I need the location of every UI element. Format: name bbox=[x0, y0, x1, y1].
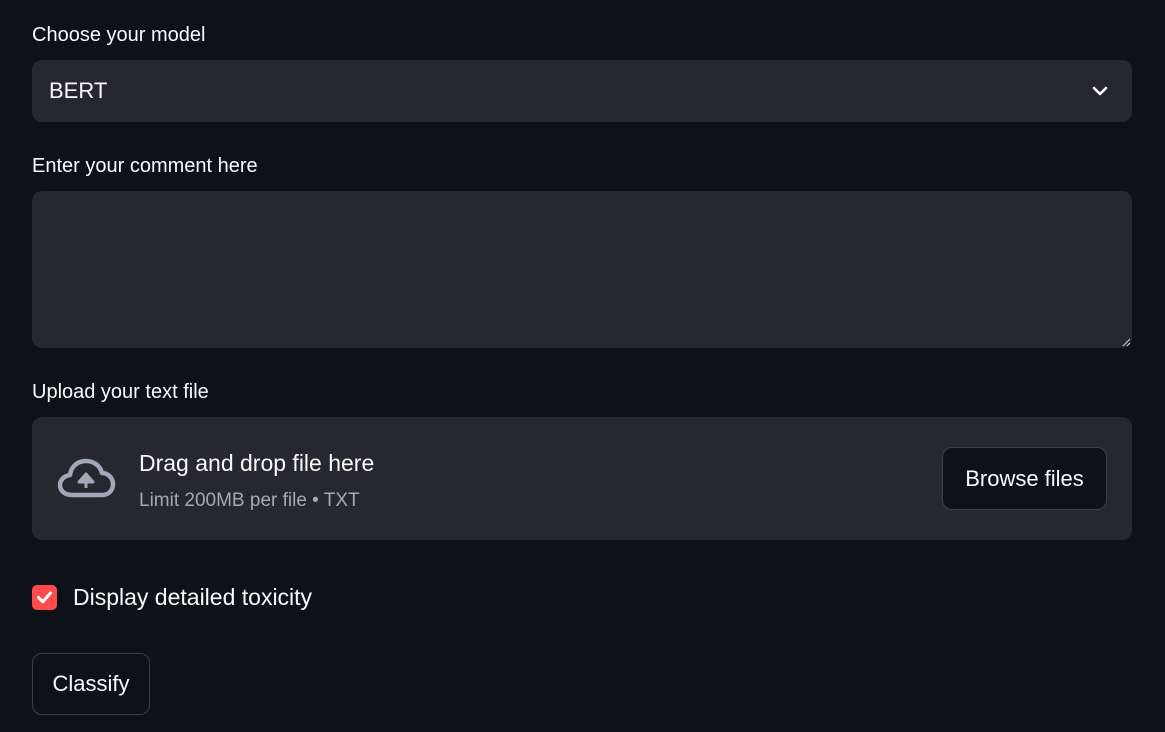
detailed-toxicity-label: Display detailed toxicity bbox=[73, 584, 313, 610]
dropzone-title: Drag and drop file here bbox=[139, 450, 375, 476]
cloud-upload-icon bbox=[57, 458, 116, 498]
comment-textarea[interactable] bbox=[32, 191, 1132, 348]
classify-button[interactable]: Classify bbox=[32, 653, 150, 715]
dropzone-subtitle: Limit 200MB per file • TXT bbox=[139, 490, 360, 511]
detailed-toxicity-checkbox[interactable] bbox=[32, 584, 57, 610]
comment-label: Enter your comment here bbox=[32, 155, 258, 177]
file-dropzone[interactable]: Drag and drop file here Limit 200MB per … bbox=[32, 417, 1132, 540]
model-select-label: Choose your model bbox=[32, 24, 206, 46]
chevron-down-icon[interactable] bbox=[1090, 81, 1110, 101]
app-page: Choose your model BERT Enter your commen… bbox=[0, 0, 1165, 732]
model-select[interactable]: BERT bbox=[32, 60, 1132, 122]
browse-files-button[interactable]: Browse files bbox=[942, 447, 1107, 510]
resize-handle-icon[interactable] bbox=[1119, 335, 1131, 347]
checkmark-icon bbox=[37, 591, 52, 603]
uploader-label: Upload your text file bbox=[32, 381, 209, 403]
model-select-value: BERT bbox=[49, 78, 108, 103]
detailed-toxicity-option[interactable]: Display detailed toxicity bbox=[32, 582, 312, 612]
